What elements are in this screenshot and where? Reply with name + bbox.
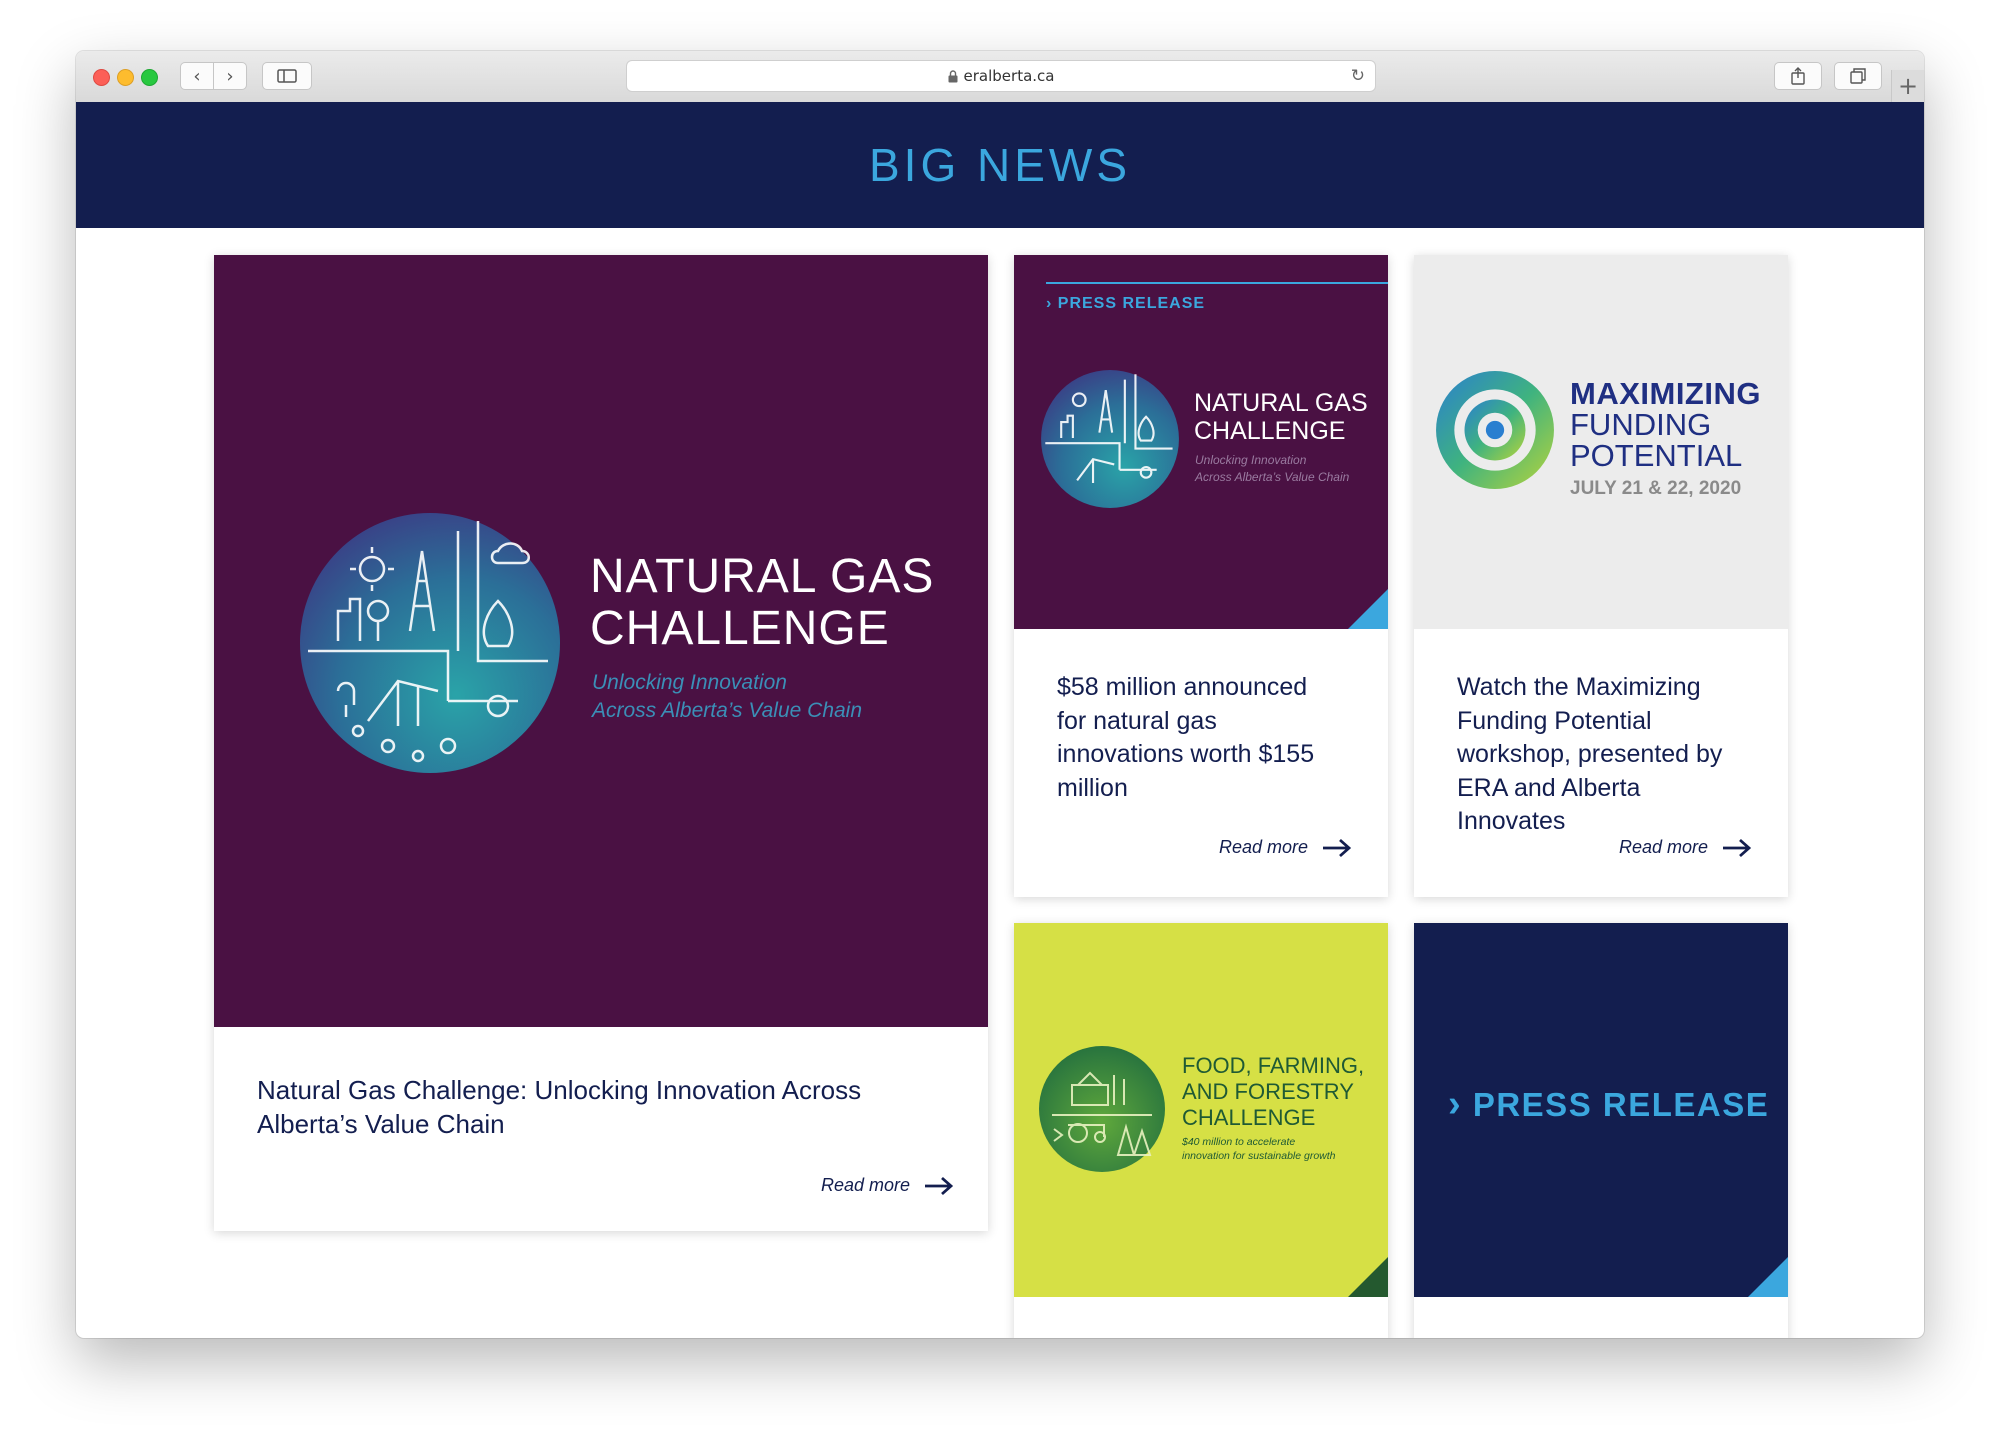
- food-logo-line1: FOOD, FARMING,: [1182, 1053, 1365, 1078]
- read-more-label: Read more: [821, 1175, 911, 1195]
- funding-title-line2: Funding Potential: [1457, 706, 1652, 735]
- natural-gas-card-image: › PRESS RELEASE NATURAL GAS CHALLENGE Un…: [1014, 255, 1388, 629]
- gas-logo-sub-line2: Across Alberta’s Value Chain: [1195, 470, 1350, 484]
- farm-emblem-icon: [1039, 1046, 1165, 1172]
- food-logo-line3: CHALLENGE: [1182, 1105, 1316, 1130]
- url-text: eralberta.ca: [963, 67, 1055, 85]
- browser-toolbar: ‹ › eralberta.ca ↻ +: [76, 51, 1924, 103]
- featured-read-more-link[interactable]: Read more: [821, 1175, 954, 1196]
- featured-card-image: NATURAL GAS CHALLENGE Unlocking Innovati…: [214, 255, 988, 1027]
- funding-date: JULY 21 & 22, 2020: [1570, 478, 1742, 499]
- tabs-overview-button[interactable]: [1834, 62, 1882, 90]
- browser-window: ‹ › eralberta.ca ↻ + BIG NEWS NATURAL GA…: [76, 51, 1924, 1338]
- chevron-right-icon: ›: [1448, 1083, 1463, 1125]
- featured-logo-title-line2: CHALLENGE: [590, 602, 890, 655]
- food-logo-sub-line2: innovation for sustainable growth: [1182, 1150, 1336, 1162]
- reload-icon[interactable]: ↻: [1351, 66, 1365, 86]
- chevron-right-icon: ›: [1046, 295, 1053, 312]
- natural-gas-emblem-icon: [1041, 370, 1179, 508]
- new-tab-button[interactable]: +: [1891, 70, 1924, 102]
- funding-workshop-news-card[interactable]: MAXIMIZING FUNDING POTENTIAL JULY 21 & 2…: [1414, 255, 1788, 897]
- gas-title-line3: innovations worth $155: [1057, 740, 1315, 768]
- chevron-right-icon: ›: [226, 65, 234, 87]
- funding-logo-line3: POTENTIAL: [1570, 438, 1743, 473]
- forward-button[interactable]: ›: [213, 62, 247, 90]
- lock-icon: [948, 69, 958, 82]
- funding-title-line3: workshop, presented by: [1457, 740, 1723, 768]
- press-release-label: PRESS RELEASE: [1472, 1086, 1770, 1123]
- featured-news-card[interactable]: NATURAL GAS CHALLENGE Unlocking Innovati…: [214, 255, 988, 1231]
- funding-card-title[interactable]: Watch the Maximizing Funding Potential w…: [1457, 671, 1777, 839]
- target-emblem-icon: [1436, 371, 1554, 489]
- funding-title-line4: ERA and Alberta: [1457, 773, 1641, 802]
- food-logo-line2: AND FORESTRY: [1182, 1079, 1354, 1104]
- press-release-card-image: › PRESS RELEASE: [1414, 923, 1788, 1297]
- minimize-window-button[interactable]: [117, 69, 134, 86]
- page-title: BIG NEWS: [868, 139, 1132, 191]
- funding-logo-line1: MAXIMIZING: [1570, 376, 1761, 411]
- featured-logo-sub-line2: Across Alberta’s Value Chain: [592, 699, 863, 722]
- page-header: BIG NEWS: [76, 102, 1924, 228]
- chevron-left-icon: ‹: [193, 65, 201, 87]
- address-bar[interactable]: eralberta.ca ↻: [626, 60, 1376, 92]
- gas-logo-sub-line1: Unlocking Innovation: [1195, 453, 1307, 467]
- featured-title-line2: Alberta’s Value Chain: [257, 1109, 505, 1139]
- zoom-window-button[interactable]: [141, 69, 158, 86]
- back-button[interactable]: ‹: [180, 62, 214, 90]
- natural-gas-news-card[interactable]: › PRESS RELEASE NATURAL GAS CHALLENGE Un…: [1014, 255, 1388, 897]
- corner-accent: [1748, 1257, 1788, 1297]
- food-logo-sub-line1: $40 million to accelerate: [1182, 1136, 1296, 1148]
- read-more-label: Read more: [1219, 837, 1309, 857]
- arrow-right-icon: [1723, 838, 1752, 857]
- close-window-button[interactable]: [93, 69, 110, 86]
- arrow-right-icon: [925, 1176, 954, 1195]
- funding-title-line5: Innovates: [1457, 807, 1566, 835]
- funding-card-image: MAXIMIZING FUNDING POTENTIAL JULY 21 & 2…: [1414, 255, 1788, 629]
- press-release-tag: › PRESS RELEASE: [1046, 295, 1205, 313]
- food-farming-news-card[interactable]: FOOD, FARMING, AND FORESTRY CHALLENGE $4…: [1014, 923, 1388, 1338]
- press-release-tag-label: PRESS RELEASE: [1057, 295, 1206, 312]
- gas-title-line2: for natural gas: [1057, 706, 1217, 735]
- featured-card-title[interactable]: Natural Gas Challenge: Unlocking Innovat…: [257, 1073, 957, 1141]
- food-farming-card-image: FOOD, FARMING, AND FORESTRY CHALLENGE $4…: [1014, 923, 1388, 1297]
- funding-logo-line2: FUNDING: [1570, 407, 1712, 442]
- featured-title-line1: Natural Gas Challenge: Unlocking Innovat…: [257, 1075, 862, 1105]
- plus-icon: +: [1897, 72, 1919, 100]
- gas-title-line4: million: [1057, 773, 1128, 802]
- funding-read-more-link[interactable]: Read more: [1619, 837, 1752, 858]
- gas-title-line1: $58 million announced: [1057, 673, 1308, 701]
- tag-rule: [1046, 282, 1388, 284]
- tabs-icon: [1850, 68, 1866, 84]
- press-release-news-card[interactable]: › PRESS RELEASE: [1414, 923, 1788, 1338]
- featured-logo-sub-line1: Unlocking Innovation: [592, 671, 787, 694]
- gas-logo-title-line2: CHALLENGE: [1194, 417, 1346, 445]
- share-icon: [1791, 67, 1805, 85]
- natural-gas-read-more-link[interactable]: Read more: [1219, 837, 1352, 858]
- sidebar-icon: [277, 69, 297, 83]
- natural-gas-emblem-icon: [300, 513, 560, 773]
- share-button[interactable]: [1774, 62, 1822, 90]
- natural-gas-card-title[interactable]: $58 million announced for natural gas in…: [1057, 671, 1367, 805]
- corner-accent: [1348, 589, 1388, 629]
- read-more-label: Read more: [1619, 837, 1709, 857]
- sidebar-toggle-button[interactable]: [262, 62, 312, 90]
- arrow-right-icon: [1323, 838, 1352, 857]
- corner-accent: [1348, 1257, 1388, 1297]
- gas-logo-title-line1: NATURAL GAS: [1194, 389, 1368, 417]
- funding-title-line1: Watch the Maximizing: [1457, 673, 1701, 701]
- featured-logo-title-line1: NATURAL GAS: [590, 550, 935, 603]
